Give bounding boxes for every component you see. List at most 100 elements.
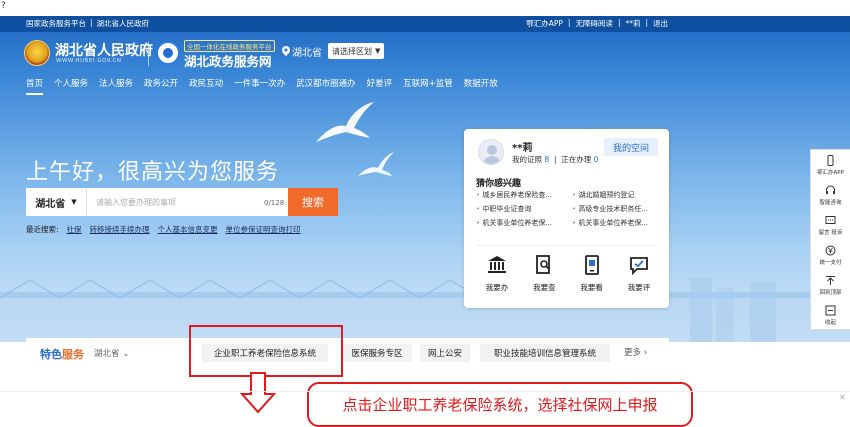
location-label[interactable]: 湖北省 [292, 44, 322, 59]
yuan-coin-icon [825, 245, 836, 255]
greeting-text: 上午好，很高兴为您服务 [26, 160, 280, 185]
avatar[interactable] [478, 139, 504, 165]
provincial-gov-link[interactable]: 湖北省人民政府 [97, 18, 150, 29]
nav-item-open-data[interactable]: 数据开放 [464, 77, 498, 93]
separator: | [617, 18, 621, 27]
service-logo-icon[interactable] [156, 41, 180, 65]
ehuiban-app-link[interactable]: 鄂汇办APP [526, 18, 563, 29]
separator: | [90, 18, 93, 27]
region-select[interactable]: 请选择区划 ▼ [328, 43, 385, 59]
user-name: **莉 [512, 143, 533, 154]
progress-count[interactable]: 0 [594, 155, 599, 164]
nav-item-corporate[interactable]: 法人服务 [99, 77, 133, 93]
more-link[interactable]: 更多 › [624, 346, 647, 358]
recent-search-item[interactable]: 社保 [67, 224, 82, 235]
cert-label[interactable]: 我的证照 [512, 155, 542, 164]
region-select-label: 请选择区划 [332, 46, 372, 56]
feature-services-bar: 特色服务 湖北省 ⌄ 企业职工养老保险信息系统 医保服务专区 网上公安 职业技能… [26, 338, 669, 368]
tab-medical-insurance[interactable]: 医保服务专区 [342, 344, 412, 362]
nav-item-gov-affairs[interactable]: 政务公开 [144, 77, 178, 93]
sidebar-item-top[interactable]: 回到顶部 [811, 270, 850, 300]
sidebar-item-app[interactable]: 鄂汇办APP [811, 150, 850, 180]
search-box: 湖北省 ▼ 0/128 搜索 [26, 188, 338, 216]
location-pin-icon [282, 46, 290, 56]
sidebar-item-label: 收起 [824, 319, 836, 326]
gov-site-title[interactable]: 湖北省人民政府 [55, 40, 153, 60]
recent-search-item[interactable]: 单位参保证明查询打印 [226, 224, 301, 235]
action-query-label: 我要查 [533, 283, 556, 292]
tab-skills-training[interactable]: 职业技能培训信息管理系统 [480, 344, 610, 362]
government-building-icon [488, 256, 506, 273]
interest-item[interactable]: 机关事业单位养老保... [476, 218, 564, 228]
interest-item[interactable]: 湖北婚姻预约登记 [572, 190, 660, 200]
user-name-link[interactable]: **莉 [625, 18, 640, 29]
search-region-label: 湖北省 [35, 198, 66, 210]
my-space-button[interactable]: 我的空间 [604, 138, 658, 156]
utility-links-left: 国家政务服务平台 | 湖北省人民政府 [26, 18, 149, 29]
crane-bird-large [316, 102, 374, 142]
message-icon [825, 215, 836, 224]
recent-search-label: 最近搜索: [26, 225, 59, 234]
action-apply[interactable]: 我要办 [478, 255, 516, 293]
interest-item[interactable]: 高级专业技术职务任... [572, 204, 660, 214]
interest-item[interactable]: 机关事业单位养老保... [572, 218, 660, 228]
interest-list: 城乡居民养老保险查... 湖北婚姻预约登记 中职毕业证查询 高级专业技术职务任.… [476, 190, 660, 228]
search-input[interactable] [96, 188, 246, 216]
sidebar-item-label: 统一支付 [819, 259, 842, 266]
feature-title-part-b: 服务 [62, 348, 84, 361]
accessibility-link[interactable]: 无障碍阅读 [575, 18, 613, 29]
recent-search-item[interactable]: 转移接续手续办理 [90, 224, 150, 235]
action-view[interactable]: 我要看 [573, 255, 611, 293]
highlight-box [189, 325, 343, 377]
collapse-icon [825, 305, 836, 315]
nav-item-wuhan-circle[interactable]: 武汉都市圈通办 [296, 77, 356, 93]
logout-link[interactable]: 退出 [653, 18, 668, 29]
action-view-label: 我要看 [580, 283, 603, 292]
top-strip: ? [0, 0, 850, 16]
nav-item-supervision[interactable]: 互联网+监管 [403, 77, 453, 93]
cert-count[interactable]: 8 [544, 155, 549, 164]
national-emblem-icon[interactable] [24, 40, 50, 66]
nav-item-interaction[interactable]: 政民互动 [189, 77, 223, 93]
interest-item[interactable]: 城乡居民养老保险查... [476, 190, 564, 200]
phone-view-icon [584, 255, 599, 275]
action-apply-label: 我要办 [485, 283, 509, 292]
sidebar-item-label: 回到顶部 [819, 289, 842, 296]
sidebar-item-message[interactable]: 留言 投诉 [811, 210, 850, 240]
feature-region-select[interactable]: 湖北省 ⌄ [94, 347, 129, 359]
feature-region-label: 湖北省 [94, 349, 120, 359]
sidebar-item-collapse[interactable]: 收起 [811, 300, 850, 330]
service-site-title[interactable]: 湖北政务服务网 [184, 51, 272, 70]
caret-down-icon: ▼ [71, 198, 77, 206]
nav-item-one-thing[interactable]: 一件事一次办 [234, 77, 285, 93]
user-stats: 我的证照 8 | 正在办理 0 [512, 155, 599, 164]
bridge-skyline-background [0, 278, 850, 342]
national-platform-link[interactable]: 国家政务服务平台 [26, 18, 86, 29]
user-panel: **莉 我的证照 8 | 正在办理 0 我的空间 猜你感兴趣 城乡居民养老保险查… [464, 129, 669, 308]
nav-item-rating[interactable]: 好差评 [367, 77, 393, 93]
instruction-callout: 点击企业职工养老保险系统，选择社保网上申报 [307, 382, 693, 427]
sidebar-item-consult[interactable]: 智能咨询 [811, 180, 850, 210]
action-rate[interactable]: 我要评 [620, 255, 658, 293]
panel-divider [476, 245, 657, 246]
recent-searches: 最近搜索: 社保 转移接续手续办理 个人基本信息变更 单位参保证明查询打印 [26, 224, 301, 235]
nav-item-personal[interactable]: 个人服务 [54, 77, 88, 93]
action-query[interactable]: 我要查 [525, 255, 563, 293]
nav-item-home[interactable]: 首页 [26, 77, 44, 95]
chevron-right-icon: › [643, 348, 648, 358]
sidebar-item-label: 智能咨询 [819, 199, 842, 206]
interest-item[interactable]: 中职毕业证查询 [476, 204, 564, 214]
tab-online-police[interactable]: 网上公安 [420, 344, 470, 362]
quick-actions: 我要办 我要查 我要看 我要评 [478, 255, 658, 293]
close-icon[interactable]: ✕ [839, 393, 846, 402]
search-region-select[interactable]: 湖北省 ▼ [26, 188, 87, 216]
sidebar-item-payment[interactable]: 统一支付 [811, 240, 850, 270]
search-button[interactable]: 搜索 [288, 188, 338, 216]
chat-rating-icon [630, 257, 648, 275]
more-link-label: 更多 [624, 348, 642, 358]
header-divider [148, 42, 149, 66]
recent-search-item[interactable]: 个人基本信息变更 [158, 224, 218, 235]
feature-title: 特色服务 [40, 346, 84, 362]
chevron-down-icon: ⌄ [122, 349, 130, 359]
progress-label[interactable]: 正在办理 [561, 155, 591, 164]
